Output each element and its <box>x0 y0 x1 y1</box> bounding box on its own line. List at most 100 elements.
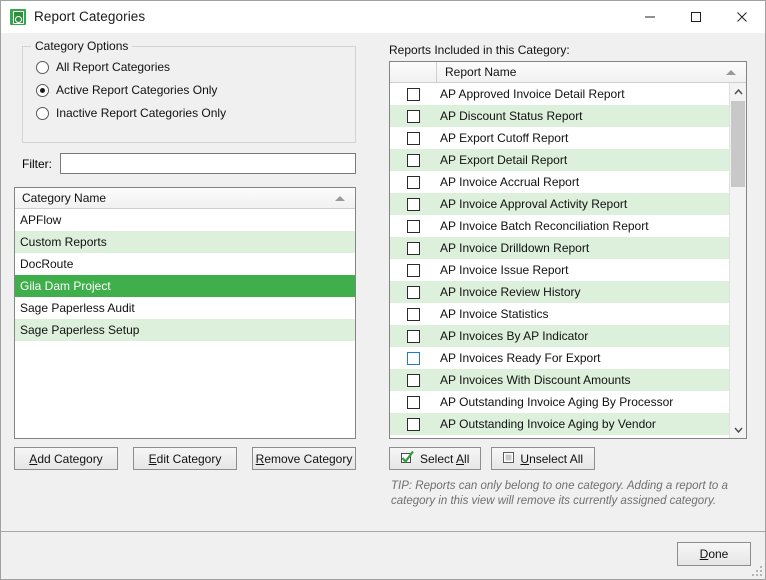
report-name-label: AP Outstanding Invoice Aging by Vendor <box>440 417 656 431</box>
report-checkbox[interactable] <box>407 351 420 365</box>
category-row[interactable]: Custom Reports <box>15 231 355 253</box>
report-name-column-header[interactable]: Report Name <box>437 62 746 82</box>
report-row[interactable]: AP Invoice Drilldown Report <box>390 237 729 259</box>
report-checkbox-cell[interactable] <box>390 351 437 365</box>
report-checkbox-cell[interactable] <box>390 285 437 299</box>
category-grid[interactable]: Category Name APFlow Custom Reports DocRou… <box>14 187 356 439</box>
radio-all-report-categories[interactable]: All Report Categories <box>36 60 170 74</box>
report-row[interactable]: AP Discount Status Report <box>390 105 729 127</box>
report-row[interactable]: AP Invoice Statistics <box>390 303 729 325</box>
report-categories-icon <box>10 8 26 25</box>
report-checkbox-cell[interactable] <box>390 153 437 167</box>
radio-inactive-report-categories-only[interactable]: Inactive Report Categories Only <box>36 106 226 120</box>
report-checkbox[interactable] <box>407 373 420 387</box>
report-row[interactable]: AP Export Detail Report <box>390 149 729 171</box>
report-checkbox-cell[interactable] <box>390 373 437 387</box>
report-checkbox[interactable] <box>407 285 420 299</box>
report-checkbox-cell[interactable] <box>390 219 437 233</box>
category-row[interactable]: Sage Paperless Setup <box>15 319 355 341</box>
resize-grip-icon[interactable] <box>751 565 762 576</box>
report-checkbox-cell[interactable] <box>390 241 437 255</box>
report-checkbox-cell[interactable] <box>390 109 437 123</box>
report-checkbox-cell[interactable] <box>390 395 437 409</box>
scrollbar-thumb[interactable] <box>731 101 745 187</box>
report-row[interactable]: AP Approved Invoice Detail Report <box>390 83 729 105</box>
report-checkbox-cell[interactable] <box>390 131 437 145</box>
report-checkbox[interactable] <box>407 329 420 343</box>
report-row[interactable]: AP Invoice Review History <box>390 281 729 303</box>
category-name-column-header[interactable]: Category Name <box>15 191 106 205</box>
done-accel: D <box>699 547 709 561</box>
dialog-body: Category Options All Report Categories A… <box>1 32 765 531</box>
chevron-down-icon[interactable] <box>730 421 746 438</box>
reports-panel-title: Reports Included in this Category: <box>389 43 570 57</box>
report-row[interactable]: AP Invoice Approval Activity Report <box>390 193 729 215</box>
report-checkbox-cell[interactable] <box>390 87 437 101</box>
sort-ascending-icon <box>335 196 345 201</box>
window-controls <box>627 1 765 32</box>
report-checkbox-cell[interactable] <box>390 307 437 321</box>
report-checkbox[interactable] <box>407 109 420 123</box>
report-checkbox[interactable] <box>407 417 420 431</box>
report-checkbox[interactable] <box>407 197 420 211</box>
category-row[interactable]: Sage Paperless Audit <box>15 297 355 319</box>
report-row[interactable]: AP Outstanding Invoice Aging by Vendor <box>390 413 729 435</box>
done-button[interactable]: Done <box>677 542 751 566</box>
report-row[interactable]: AP Invoice Issue Report <box>390 259 729 281</box>
category-row[interactable]: Gila Dam Project <box>15 275 355 297</box>
selection-buttons: Select All Unselect All <box>389 447 605 470</box>
add-category-accel: A <box>29 451 38 466</box>
minimize-button[interactable] <box>627 1 673 32</box>
report-checkbox[interactable] <box>407 131 420 145</box>
add-category-button[interactable]: Add Category <box>14 447 118 470</box>
report-checkbox[interactable] <box>407 307 420 321</box>
category-grid-header[interactable]: Category Name <box>15 188 355 209</box>
report-row[interactable]: AP Invoices Ready For Export <box>390 347 729 369</box>
report-name-label: AP Invoice Approval Activity Report <box>440 197 628 211</box>
report-checkbox-cell[interactable] <box>390 329 437 343</box>
report-row[interactable]: AP Invoice Accrual Report <box>390 171 729 193</box>
title-bar: Report Categories <box>1 1 765 32</box>
unselect-all-label: nselect All <box>529 451 584 466</box>
radio-active-report-categories-only[interactable]: Active Report Categories Only <box>36 83 217 97</box>
remove-category-button[interactable]: Remove Category <box>252 447 356 470</box>
report-row[interactable]: AP Outstanding Invoice Aging By Processo… <box>390 391 729 413</box>
reports-vertical-scrollbar[interactable] <box>729 83 746 438</box>
chevron-up-icon[interactable] <box>730 83 746 100</box>
select-all-button[interactable]: Select All <box>389 447 482 470</box>
report-row[interactable]: AP Invoice Batch Reconciliation Report <box>390 215 729 237</box>
reports-grid[interactable]: Report Name AP Approved Invoice Detail R… <box>389 61 747 439</box>
report-row[interactable]: AP Export Cutoff Report <box>390 127 729 149</box>
category-row[interactable]: APFlow <box>15 209 355 231</box>
report-checkbox[interactable] <box>407 87 420 101</box>
report-checkbox[interactable] <box>407 263 420 277</box>
report-checkbox[interactable] <box>407 395 420 409</box>
report-row[interactable]: AP Invoices With Discount Amounts <box>390 369 729 391</box>
report-checkbox[interactable] <box>407 241 420 255</box>
report-checkbox-cell[interactable] <box>390 263 437 277</box>
right-pane: Reports Included in this Category: Repor… <box>381 33 765 531</box>
radio-icon[interactable] <box>36 106 49 120</box>
edit-category-button[interactable]: Edit Category <box>133 447 237 470</box>
filter-input[interactable] <box>60 153 356 174</box>
report-checkbox[interactable] <box>407 219 420 233</box>
reports-grid-header: Report Name <box>390 62 746 83</box>
report-checkbox-cell[interactable] <box>390 175 437 189</box>
close-button[interactable] <box>719 1 765 32</box>
report-name-label: AP Invoice Statistics <box>440 307 549 321</box>
report-checkbox-cell[interactable] <box>390 417 437 431</box>
report-checkbox[interactable] <box>407 175 420 189</box>
category-row[interactable]: DocRoute <box>15 253 355 275</box>
reports-checkbox-column-header[interactable] <box>390 62 437 82</box>
report-name-column-label: Report Name <box>445 65 517 79</box>
report-name-label: AP Invoice Review History <box>440 285 581 299</box>
unselect-all-button[interactable]: Unselect All <box>491 447 596 470</box>
report-name-label: AP Invoice Batch Reconciliation Report <box>440 219 649 233</box>
report-row[interactable]: AP Invoices By AP Indicator <box>390 325 729 347</box>
radio-icon[interactable] <box>36 83 49 97</box>
report-name-label: AP Invoices With Discount Amounts <box>440 373 631 387</box>
maximize-button[interactable] <box>673 1 719 32</box>
report-checkbox-cell[interactable] <box>390 197 437 211</box>
radio-icon[interactable] <box>36 60 49 74</box>
report-checkbox[interactable] <box>407 153 420 167</box>
